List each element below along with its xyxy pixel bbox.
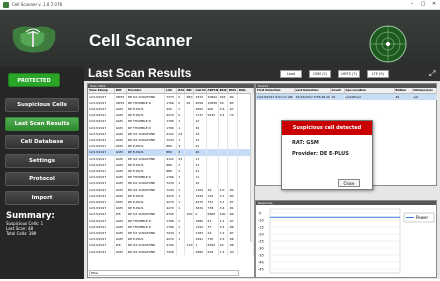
table-cell: 3827 <box>184 93 195 100</box>
table-cell: 12/13/2017 <box>88 248 115 255</box>
legend-label: Power <box>416 215 428 220</box>
window-titlebar: Cell Scanner v. 1.0.7.078 – □ ✕ <box>0 0 440 10</box>
suspicious-cell-dialog: Suspicious cell detected RAT: GSM Provid… <box>281 120 373 190</box>
nav-protocol[interactable]: Protocol <box>5 172 79 186</box>
table-cell: 10838 <box>206 99 219 106</box>
response-line-chart: -5 -10 -15 -20 -25 -30 -35 -40 -45 Power <box>258 208 435 274</box>
scan-table: Time Stamp RAT Provider LAC RAC SBI Cell ID ARF… <box>88 88 255 255</box>
table-cell: UMTS <box>114 93 127 100</box>
table-cell: 2582 <box>193 248 207 255</box>
scan-scrollbar[interactable] <box>250 93 254 242</box>
expand-icon[interactable]: ⤢ <box>429 69 437 79</box>
gsm-filter-button[interactable]: GSM (2) <box>309 70 331 78</box>
y-tick-label: -20 <box>258 232 264 236</box>
sidebar: PROTECTED Suspicious Cells Last Scan Res… <box>0 67 84 279</box>
summary-line: Total Cells: 389 <box>6 231 37 236</box>
table-cell: undefined <box>344 93 395 100</box>
table-cell: -82 <box>227 93 238 100</box>
nav-settings[interactable]: Settings <box>5 154 79 168</box>
app-title: Cell Scanner <box>89 31 192 50</box>
minimize-button[interactable]: – <box>408 1 416 8</box>
table-cell: -93 <box>227 248 238 255</box>
table-cell: GSM <box>114 248 127 255</box>
table-cell: 0 <box>176 93 186 100</box>
table-cell: DE O2 VODAFONE <box>126 248 166 255</box>
response-graph-panel: Response -5 -10 -15 -20 -25 -30 -35 -40 -45 Powe… <box>255 200 437 278</box>
table-cell: 12/13/2017 9:51:17 AM <box>256 93 295 100</box>
table-cell: 7133 <box>184 242 195 249</box>
radar-icon <box>369 25 407 63</box>
y-tick-label: -15 <box>258 225 264 229</box>
y-tick-label: -40 <box>258 260 264 264</box>
table-cell: 393 <box>218 93 228 100</box>
app-header: Cell Scanner <box>0 10 440 67</box>
table-cell: 7256 <box>164 248 178 255</box>
table-cell: 3372 <box>193 93 207 100</box>
dialog-title: Suspicious cell detected <box>282 121 372 135</box>
dialog-provider: Provider: DE E-PLUS <box>292 151 349 157</box>
table-cell: DE O2 VODAFONE <box>126 93 166 100</box>
nav-cell-database[interactable]: Cell Database <box>5 135 79 149</box>
table-cell: 7373 <box>164 93 178 100</box>
scan-data-panel: Scan Data Time Stamp RAT Provider LAC RAC SBI… <box>87 83 255 278</box>
dialog-close-button[interactable]: Close <box>338 179 360 187</box>
table-cell <box>184 248 195 255</box>
filter-input[interactable]: Filter <box>89 270 239 276</box>
page-title: Last Scan Results <box>88 66 192 80</box>
app-icon <box>3 1 9 8</box>
window-controls: – □ ✕ <box>408 1 438 8</box>
main-area: Last Scan Results Load GSM (2) UMTS (7) … <box>84 66 440 279</box>
close-window-button[interactable]: ✕ <box>430 1 438 8</box>
table-cell: 12/13/2017 <box>88 93 115 100</box>
table-cell <box>237 248 255 255</box>
table-row[interactable]: 12/13/2017 GSM DE O2 VODAFONE 7256 2582 676 7.… <box>88 248 255 255</box>
maximize-button[interactable]: □ <box>419 1 427 8</box>
protection-status-badge: PROTECTED <box>8 73 60 87</box>
table-cell: 12/13/2017 9:56:28 AM <box>294 93 331 100</box>
nav-suspicious-cells[interactable]: Suspicious Cells <box>5 98 79 112</box>
main-topbar: Last Scan Results Load GSM (2) UMTS (7) … <box>84 66 440 81</box>
window-title: Cell Scanner v. 1.0.7.078 <box>12 2 63 7</box>
y-tick-label: -25 <box>258 239 264 243</box>
y-tick-label: -5 <box>258 211 262 215</box>
summary: Summary: Suspicious Cells: 1 Last Scan: … <box>6 211 55 236</box>
umts-filter-button[interactable]: UMTS (7) <box>338 70 360 78</box>
lte-filter-button[interactable]: LTE (9) <box>367 70 389 78</box>
y-tick-label: -10 <box>258 218 264 222</box>
table-cell: 7257 <box>184 211 195 218</box>
table-cell: 40 <box>394 93 413 100</box>
dialog-rat: RAT: GSM <box>292 140 319 146</box>
y-tick-label: -30 <box>258 246 264 250</box>
y-tick-label: -45 <box>258 267 264 271</box>
table-cell: 10842 <box>206 93 219 100</box>
table-row[interactable]: 12/13/2017 9:51:17 AM 12/13/2017 9:56:28 … <box>256 93 437 100</box>
table-cell: 676 <box>206 248 219 255</box>
load-button[interactable]: Load <box>280 70 302 78</box>
table-cell: 7.2 <box>218 248 228 255</box>
events-table: First Detection Last Detection Count Cpu Lo… <box>256 88 437 100</box>
table-cell: n/a <box>412 93 437 100</box>
cell-tower-logo-icon <box>12 26 56 53</box>
table-cell <box>176 248 186 255</box>
nav-import[interactable]: Import <box>5 191 79 205</box>
nav-last-scan-results[interactable]: Last Scan Results <box>5 117 79 131</box>
summary-title: Summary: <box>6 211 55 221</box>
table-row[interactable]: 12/13/2017 UMTS DE O2 VODAFONE 7373 0 3827 337… <box>88 93 255 100</box>
table-cell: 10 <box>330 93 345 100</box>
y-tick-label: -35 <box>258 253 264 257</box>
